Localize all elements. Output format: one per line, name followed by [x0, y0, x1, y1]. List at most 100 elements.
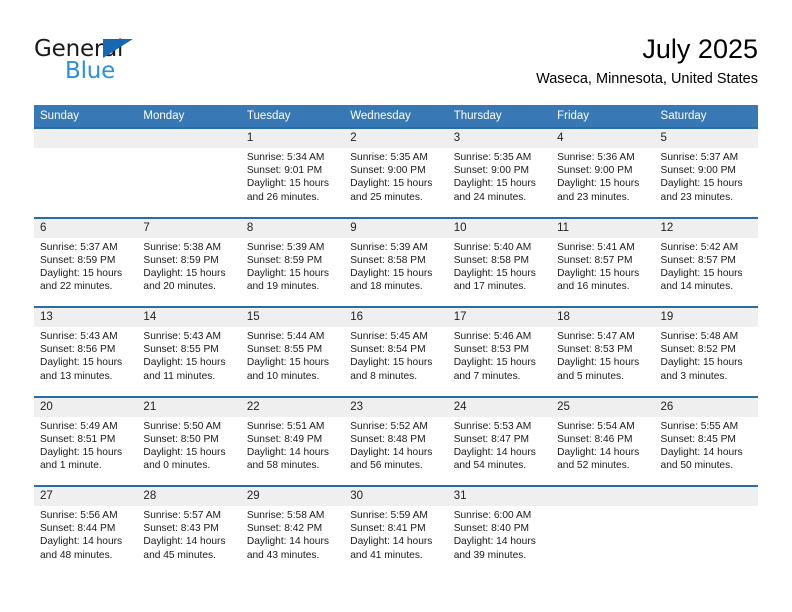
daylight-text-line1: Daylight: 15 hours — [350, 267, 433, 279]
sunset-text: Sunset: 8:43 PM — [143, 523, 219, 535]
daylight-text-line1: Daylight: 15 hours — [40, 357, 123, 369]
sunrise-text: Sunrise: 5:34 AM — [246, 152, 325, 163]
daylight-text-line1: Daylight: 14 hours — [246, 446, 329, 458]
day-details: Sunrise: 5:42 AM Sunset: 8:57 PM Daylight:… — [655, 238, 758, 294]
calendar-day-cell[interactable]: 20 Sunrise: 5:49 AM Sunset: 8:51 PM Dayligh… — [34, 395, 138, 486]
sunrise-text: Sunrise: 5:56 AM — [40, 510, 118, 521]
calendar-day-cell-empty — [551, 485, 655, 576]
calendar-day-cell[interactable]: 17 Sunrise: 5:46 AM Sunset: 8:53 PM Dayligh… — [447, 306, 552, 397]
day-details: Sunrise: 5:58 AM Sunset: 8:42 PM Daylight:… — [241, 506, 344, 562]
calendar-day-cell[interactable]: 23 Sunrise: 5:52 AM Sunset: 8:48 PM Dayligh… — [344, 395, 448, 486]
day-details: Sunrise: 5:37 AM Sunset: 8:59 PM Daylight:… — [34, 238, 137, 294]
calendar-day-cell[interactable]: 3 Sunrise: 5:35 AM Sunset: 9:00 PM Daylight… — [447, 127, 552, 218]
calendar-day-cell[interactable]: 13 Sunrise: 5:43 AM Sunset: 8:56 PM Dayligh… — [34, 306, 138, 397]
sunset-text: Sunset: 8:58 PM — [453, 254, 530, 266]
daylight-text-line2: and 54 minutes. — [453, 460, 527, 472]
day-number: 14 — [137, 308, 241, 327]
daylight-text-line2: and 26 minutes. — [246, 191, 320, 203]
day-details: Sunrise: 5:52 AM Sunset: 8:48 PM Daylight:… — [344, 417, 447, 473]
sunset-text: Sunset: 8:42 PM — [246, 523, 323, 535]
daylight-text-line1: Daylight: 15 hours — [350, 357, 433, 369]
calendar-day-cell[interactable]: 28 Sunrise: 5:57 AM Sunset: 8:43 PM Dayligh… — [137, 485, 241, 576]
sunset-text: Sunset: 8:46 PM — [557, 433, 633, 445]
sunset-text: Sunset: 8:57 PM — [557, 254, 633, 266]
calendar-day-cell[interactable]: 30 Sunrise: 5:59 AM Sunset: 8:41 PM Dayligh… — [344, 485, 448, 576]
day-number: 29 — [240, 487, 345, 506]
calendar-day-cell[interactable]: 25 Sunrise: 5:54 AM Sunset: 8:46 PM Dayligh… — [551, 395, 655, 486]
daylight-text-line2: and 56 minutes. — [350, 460, 423, 472]
calendar-day-cell[interactable]: 9 Sunrise: 5:39 AM Sunset: 8:58 PM Daylight… — [344, 216, 448, 307]
daylight-text-line1: Daylight: 14 hours — [350, 536, 433, 548]
day-number: 5 — [654, 129, 758, 148]
sunrise-text: Sunrise: 5:39 AM — [246, 241, 325, 253]
calendar-day-cell[interactable]: 5 Sunrise: 5:37 AM Sunset: 9:00 PM Daylight… — [654, 127, 758, 218]
daylight-text-line1: Daylight: 15 hours — [143, 446, 226, 458]
day-details: Sunrise: 5:43 AM Sunset: 8:55 PM Daylight:… — [137, 327, 240, 383]
day-number: 19 — [654, 308, 758, 327]
daylight-text-line2: and 3 minutes. — [660, 370, 728, 382]
calendar-day-cell[interactable]: 21 Sunrise: 5:50 AM Sunset: 8:50 PM Dayligh… — [137, 395, 241, 486]
daylight-text-line1: Daylight: 15 hours — [557, 178, 640, 190]
calendar-day-cell[interactable]: 26 Sunrise: 5:55 AM Sunset: 8:45 PM Dayligh… — [654, 395, 758, 486]
calendar-day-cell[interactable]: 11 Sunrise: 5:41 AM Sunset: 8:57 PM Dayligh… — [551, 216, 655, 307]
calendar-day-cell[interactable]: 2 Sunrise: 5:35 AM Sunset: 9:00 PM Daylight… — [344, 127, 448, 218]
calendar-week-row: 1 Sunrise: 5:34 AM Sunset: 9:01 PM Daylight… — [34, 127, 758, 218]
sunrise-text: Sunrise: 5:46 AM — [453, 331, 532, 342]
daylight-text-line1: Daylight: 14 hours — [453, 536, 536, 548]
sunset-text: Sunset: 8:55 PM — [143, 344, 219, 356]
calendar-day-cell[interactable]: 7 Sunrise: 5:38 AM Sunset: 8:59 PM Daylight… — [137, 216, 241, 307]
sunset-text: Sunset: 8:45 PM — [660, 433, 736, 445]
calendar-day-cell[interactable]: 16 Sunrise: 5:45 AM Sunset: 8:54 PM Dayligh… — [344, 306, 448, 397]
calendar-day-cell[interactable]: 10 Sunrise: 5:40 AM Sunset: 8:58 PM Dayligh… — [447, 216, 552, 307]
sunset-text: Sunset: 8:59 PM — [40, 254, 116, 266]
calendar-day-cell[interactable]: 14 Sunrise: 5:43 AM Sunset: 8:55 PM Dayligh… — [137, 306, 241, 397]
day-number: 24 — [447, 397, 552, 417]
daylight-text-line1: Daylight: 15 hours — [660, 357, 743, 369]
sunset-text: Sunset: 8:41 PM — [350, 523, 426, 535]
calendar-day-cell[interactable]: 12 Sunrise: 5:42 AM Sunset: 8:57 PM Dayligh… — [654, 216, 758, 307]
sunset-text: Sunset: 8:52 PM — [660, 344, 736, 356]
daylight-text-line2: and 41 minutes. — [350, 549, 423, 561]
calendar-day-cell[interactable]: 22 Sunrise: 5:51 AM Sunset: 8:49 PM Dayligh… — [240, 395, 345, 486]
day-details: Sunrise: 5:51 AM Sunset: 8:49 PM Daylight:… — [241, 417, 344, 473]
calendar-week-row: 27 Sunrise: 5:56 AM Sunset: 8:44 PM Dayligh… — [34, 485, 758, 576]
calendar-day-cell[interactable]: 19 Sunrise: 5:48 AM Sunset: 8:52 PM Dayligh… — [654, 306, 758, 397]
sunrise-text: Sunrise: 5:40 AM — [453, 241, 532, 253]
calendar-day-cell[interactable]: 24 Sunrise: 5:53 AM Sunset: 8:47 PM Dayligh… — [447, 395, 552, 486]
daylight-text-line1: Daylight: 15 hours — [143, 267, 226, 279]
calendar-day-cell[interactable]: 18 Sunrise: 5:47 AM Sunset: 8:53 PM Dayligh… — [551, 306, 655, 397]
sunrise-text: Sunrise: 5:55 AM — [660, 420, 739, 432]
weekday-header-thursday: Thursday — [447, 105, 552, 128]
calendar-day-cell[interactable]: 15 Sunrise: 5:44 AM Sunset: 8:55 PM Dayligh… — [240, 306, 345, 397]
daylight-text-line2: and 52 minutes. — [557, 460, 630, 472]
day-details: Sunrise: 5:41 AM Sunset: 8:57 PM Daylight:… — [551, 238, 654, 294]
calendar-day-cell[interactable]: 1 Sunrise: 5:34 AM Sunset: 9:01 PM Daylight… — [240, 127, 345, 218]
calendar-day-cell-empty — [137, 127, 241, 218]
daylight-text-line1: Daylight: 15 hours — [40, 267, 123, 279]
weekday-header-sunday: Sunday — [34, 105, 138, 128]
calendar-day-cell[interactable]: 27 Sunrise: 5:56 AM Sunset: 8:44 PM Dayligh… — [34, 485, 138, 576]
calendar-day-cell[interactable]: 6 Sunrise: 5:37 AM Sunset: 8:59 PM Daylight… — [34, 216, 138, 307]
calendar-day-cell[interactable]: 4 Sunrise: 5:36 AM Sunset: 9:00 PM Daylight… — [551, 127, 655, 218]
sunrise-text: Sunrise: 5:52 AM — [350, 420, 428, 432]
daylight-text-line2: and 19 minutes. — [246, 281, 320, 293]
calendar-day-cell[interactable]: 31 Sunrise: 6:00 AM Sunset: 8:40 PM Dayligh… — [447, 485, 552, 576]
sunrise-text: Sunrise: 5:48 AM — [660, 331, 739, 342]
daylight-text-line2: and 43 minutes. — [246, 549, 320, 561]
day-details: Sunrise: 5:55 AM Sunset: 8:45 PM Daylight:… — [655, 417, 758, 473]
sunrise-text: Sunrise: 5:53 AM — [453, 420, 532, 432]
weekday-header-tuesday: Tuesday — [240, 105, 345, 128]
weekday-header-friday: Friday — [551, 105, 655, 128]
daylight-text-line2: and 11 minutes. — [143, 370, 216, 382]
sunset-text: Sunset: 8:59 PM — [143, 254, 219, 266]
day-number — [34, 129, 138, 148]
day-number: 2 — [344, 129, 448, 148]
calendar-day-cell[interactable]: 29 Sunrise: 5:58 AM Sunset: 8:42 PM Dayligh… — [240, 485, 345, 576]
sunset-text: Sunset: 9:00 PM — [557, 165, 633, 177]
day-number — [137, 129, 241, 148]
day-details: Sunrise: 5:35 AM Sunset: 9:00 PM Daylight:… — [448, 148, 551, 204]
calendar-day-cell[interactable]: 8 Sunrise: 5:39 AM Sunset: 8:59 PM Daylight… — [240, 216, 345, 307]
daylight-text-line2: and 7 minutes. — [453, 370, 521, 382]
day-number: 17 — [447, 308, 552, 327]
sunrise-text: Sunrise: 5:35 AM — [453, 152, 532, 163]
